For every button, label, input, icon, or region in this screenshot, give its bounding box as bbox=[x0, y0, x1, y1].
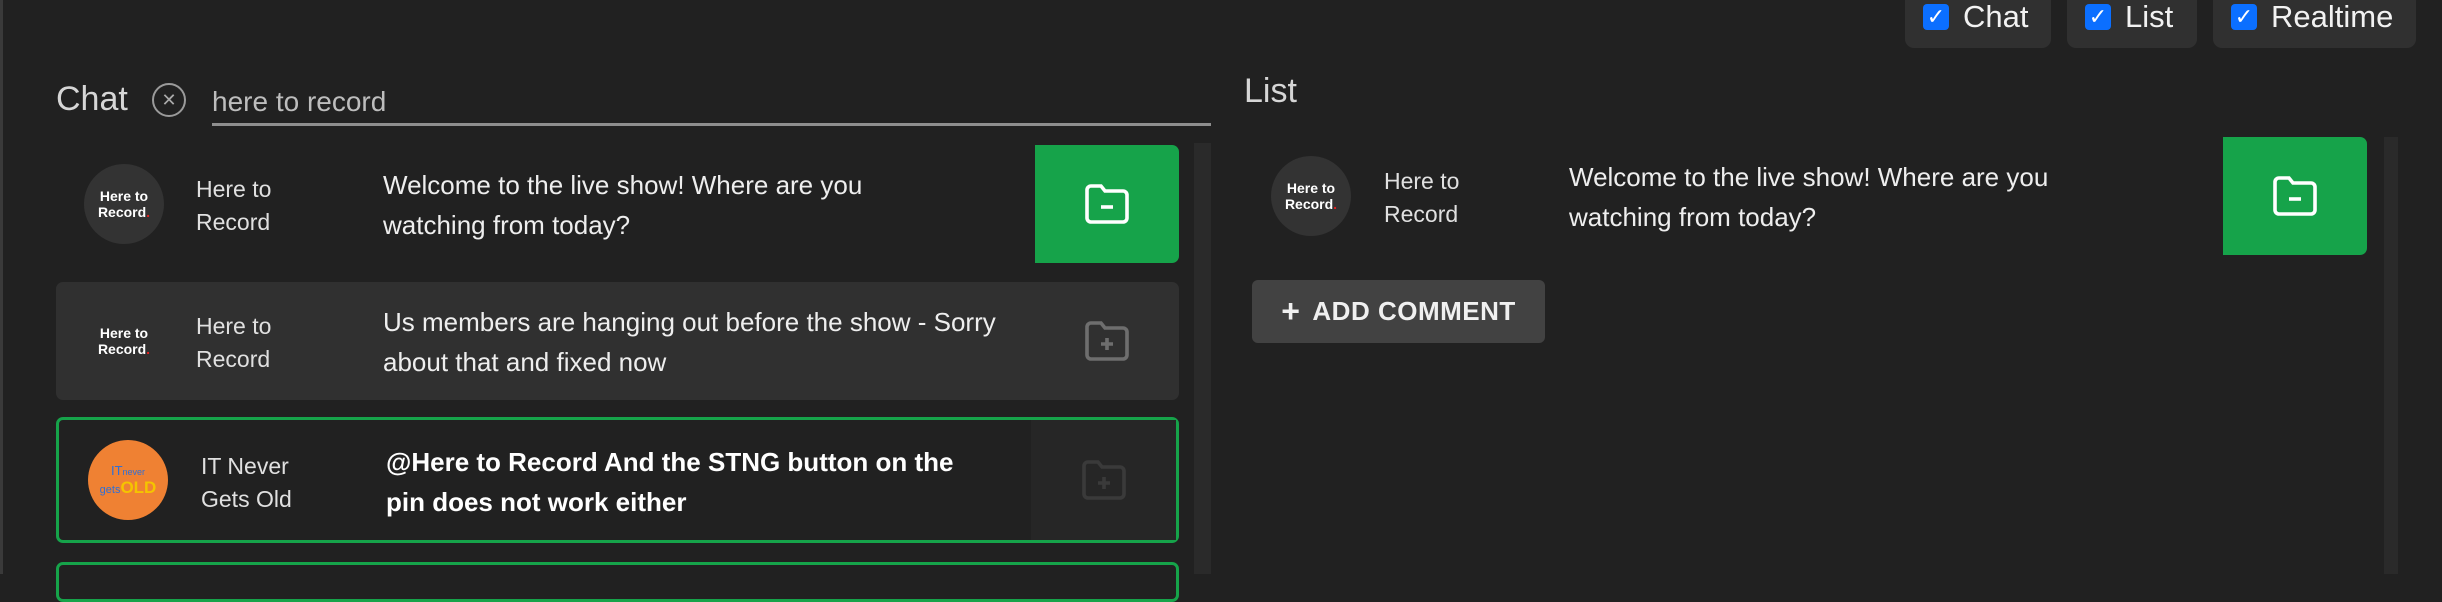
list-item[interactable]: Here to Record. Here to Record Welcome to… bbox=[1252, 137, 2367, 255]
chat-message-highlighted[interactable] bbox=[56, 562, 1179, 602]
folder-minus-icon bbox=[2273, 176, 2317, 216]
avatar: Here to Record. bbox=[1271, 156, 1351, 236]
left-border bbox=[0, 0, 3, 574]
toggle-chat[interactable]: ✓ Chat bbox=[1905, 0, 2051, 48]
add-to-list-button[interactable] bbox=[1035, 282, 1179, 400]
list-item-author: Here to Record bbox=[1384, 168, 1460, 227]
message-author: IT Never Gets Old bbox=[201, 453, 292, 512]
add-comment-button[interactable]: + ADD COMMENT bbox=[1252, 280, 1545, 343]
chat-message[interactable]: Here to Record. Here to Record Us members… bbox=[56, 282, 1179, 400]
remove-from-list-button[interactable] bbox=[2223, 137, 2367, 255]
toggle-realtime[interactable]: ✓ Realtime bbox=[2213, 0, 2416, 48]
message-author: Here to Record bbox=[196, 176, 272, 235]
chat-search-input[interactable] bbox=[212, 80, 1211, 126]
chat-message[interactable]: Here to Record. Here to Record Welcome to… bbox=[56, 145, 1179, 263]
list-scrollbar[interactable] bbox=[2384, 137, 2398, 574]
folder-plus-icon bbox=[1081, 460, 1126, 500]
message-text: Welcome to the live show! Where are you … bbox=[383, 170, 863, 240]
list-title: List bbox=[1244, 72, 1297, 110]
message-text: Us members are hanging out before the sh… bbox=[383, 307, 996, 377]
avatar: Here to Record. bbox=[84, 164, 164, 244]
toggle-list[interactable]: ✓ List bbox=[2067, 0, 2197, 48]
checkbox-checked-icon[interactable]: ✓ bbox=[2231, 4, 2257, 30]
message-text: @Here to Record And the STNG button on t… bbox=[386, 447, 954, 517]
chat-title: Chat bbox=[56, 80, 128, 118]
list-item-text: Welcome to the live show! Where are you … bbox=[1569, 162, 2049, 232]
clear-search-icon[interactable]: ✕ bbox=[152, 83, 186, 117]
add-to-list-button[interactable] bbox=[1031, 420, 1176, 540]
chat-message-highlighted[interactable]: ITnever getsOLD IT Never Gets Old @Here t… bbox=[56, 417, 1179, 543]
avatar: Here to Record. bbox=[97, 325, 151, 357]
avatar: ITnever getsOLD bbox=[88, 440, 168, 520]
folder-plus-icon bbox=[1085, 321, 1129, 361]
folder-minus-icon bbox=[1085, 184, 1129, 224]
checkbox-checked-icon[interactable]: ✓ bbox=[1923, 4, 1949, 30]
remove-from-list-button[interactable] bbox=[1035, 145, 1179, 263]
plus-icon: + bbox=[1281, 293, 1301, 329]
message-author: Here to Record bbox=[196, 313, 272, 372]
checkbox-checked-icon[interactable]: ✓ bbox=[2085, 4, 2111, 30]
chat-scrollbar[interactable] bbox=[1194, 143, 1211, 574]
